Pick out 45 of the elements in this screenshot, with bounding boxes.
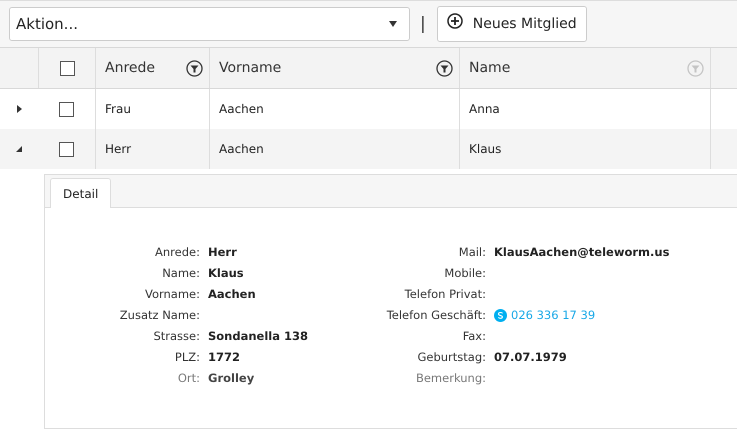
- field-label: Anrede:: [154, 245, 200, 259]
- field-label: Fax:: [462, 329, 486, 343]
- field-value: 07.07.1979: [494, 350, 567, 364]
- filter-icon[interactable]: [186, 60, 203, 76]
- table-cell: Herr: [105, 142, 132, 156]
- expand-arrow-icon[interactable]: [16, 105, 22, 113]
- field-label: Mail:: [458, 245, 486, 259]
- skype-icon: [494, 308, 507, 322]
- field-value: Herr: [208, 245, 237, 259]
- field-label: Mobile:: [443, 266, 486, 280]
- action-select[interactable]: Aktion...: [9, 7, 410, 41]
- field-value: KlausAachen@teleworm.us: [494, 245, 670, 259]
- field-value: Grolley: [208, 371, 254, 385]
- column-header[interactable]: Anrede: [105, 60, 156, 76]
- field-value: Klaus: [208, 266, 244, 280]
- field-value: 1772: [208, 350, 240, 364]
- row-checkbox[interactable]: [59, 142, 74, 156]
- field-label: Telefon Geschäft:: [386, 308, 486, 322]
- field-label: Name:: [161, 266, 200, 280]
- separator: |: [420, 14, 426, 34]
- caret-icon: [389, 21, 397, 27]
- field-value: Aachen: [208, 287, 256, 301]
- table-cell: Aachen: [219, 142, 264, 156]
- column-header[interactable]: Name: [469, 60, 510, 76]
- detail-tab[interactable]: Detail: [50, 178, 112, 208]
- table-cell: Anna: [469, 102, 500, 116]
- field-label: Zusatz Name:: [118, 308, 200, 322]
- field-value: Sondanella 138: [208, 329, 308, 343]
- field-label: Strasse:: [152, 329, 200, 343]
- collapse-arrow-icon[interactable]: [16, 145, 22, 153]
- field-label: Geburtstag:: [416, 350, 486, 364]
- field-label: PLZ:: [174, 350, 200, 364]
- filter-icon[interactable]: [436, 60, 453, 76]
- plus-circle-icon: [446, 13, 463, 29]
- field-label: Bemerkung:: [414, 371, 486, 385]
- column-header[interactable]: Vorname: [219, 60, 282, 76]
- field-label: Telefon Privat:: [404, 287, 486, 301]
- row-checkbox[interactable]: [59, 102, 74, 116]
- select-all-checkbox[interactable]: [60, 60, 74, 76]
- table-cell: Klaus: [469, 142, 502, 156]
- new-member-button[interactable]: Neues Mitglied: [436, 6, 587, 42]
- field-label: Vorname:: [144, 287, 200, 301]
- table-cell: Aachen: [219, 102, 264, 116]
- field-label: Ort:: [176, 371, 200, 385]
- table-cell: Frau: [105, 102, 131, 116]
